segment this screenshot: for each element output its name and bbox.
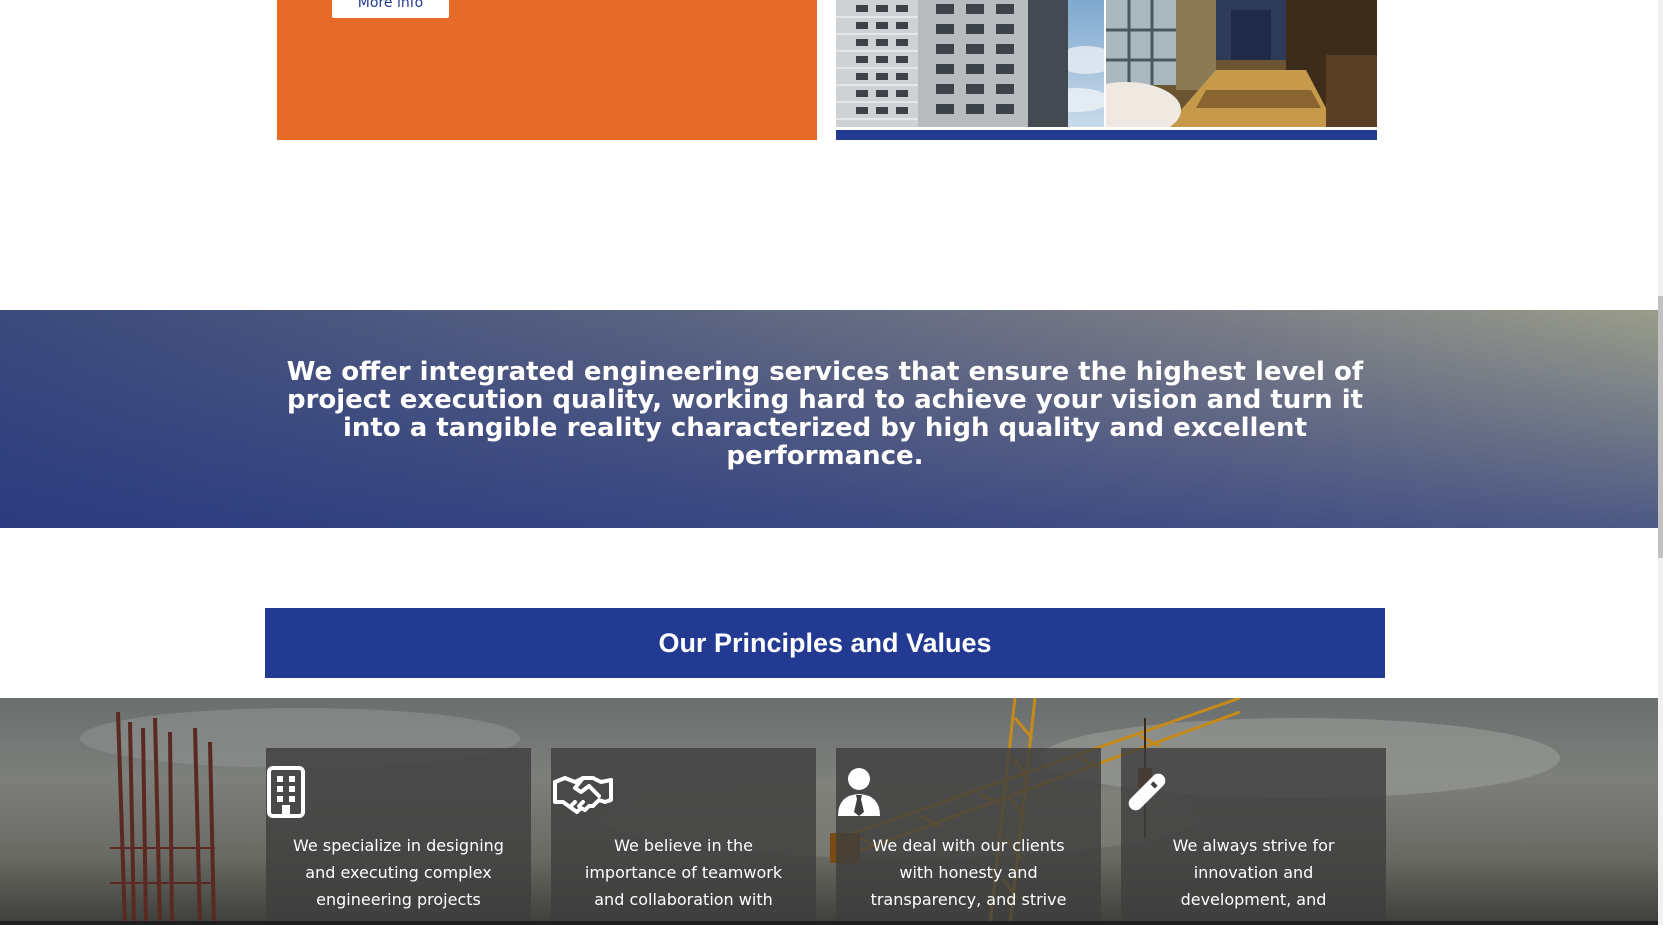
more-info-button[interactable]: More info <box>332 0 449 18</box>
businessman-icon <box>836 766 1101 820</box>
principle-text-1: We specialize in designing and executing… <box>293 836 504 909</box>
principle-card-1: We specialize in designing and executing… <box>266 748 531 925</box>
pencil-icon <box>1121 766 1386 820</box>
principle-card-2: We believe in the importance of teamwork… <box>551 748 816 925</box>
principles-title: Our Principles and Values <box>265 608 1385 678</box>
principle-text-4: We always strive for innovation and deve… <box>1172 836 1335 909</box>
orange-info-card: More info <box>277 0 817 140</box>
mission-banner: We offer integrated engineering services… <box>0 310 1658 528</box>
page-scrollbar[interactable] <box>1658 0 1663 925</box>
bottom-divider <box>0 921 1663 925</box>
principle-card-4: We always strive for innovation and deve… <box>1121 748 1386 925</box>
principle-card-3: We deal with our clients with honesty an… <box>836 748 1101 925</box>
principle-text-3: We deal with our clients with honesty an… <box>870 836 1067 909</box>
hotel-room-image <box>1106 0 1377 127</box>
handshake-icon <box>551 766 816 820</box>
scrollbar-thumb[interactable] <box>1658 296 1663 558</box>
tower-building-image <box>836 0 1104 127</box>
principles-section: We specialize in designing and executing… <box>0 698 1658 925</box>
mission-statement: We offer integrated engineering services… <box>286 357 1364 471</box>
construction-background-image <box>80 698 1560 925</box>
principle-text-2: We believe in the importance of teamwork… <box>584 836 783 909</box>
gallery-accent-bar <box>836 130 1377 140</box>
page: More info We offer integrated engineerin… <box>0 0 1663 925</box>
building-icon <box>266 766 531 820</box>
project-gallery <box>836 0 1377 140</box>
